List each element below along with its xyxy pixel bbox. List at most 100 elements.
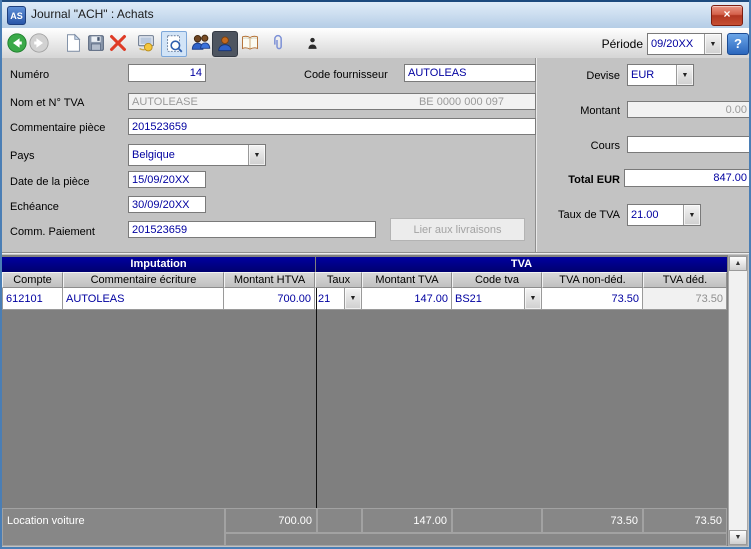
commentaire-piece-input[interactable]: 201523659 — [128, 118, 536, 135]
pays-label: Pays — [10, 150, 34, 162]
lier-livraisons-button: Lier aux livraisons — [390, 218, 525, 241]
total-montant-tva: 147.00 — [362, 508, 452, 533]
cell-montant-htva[interactable]: 700.00 — [224, 288, 315, 310]
close-button[interactable]: × — [711, 5, 743, 26]
comm-paiement-input[interactable]: 201523659 — [128, 221, 376, 238]
total-eur-input[interactable]: 847.00 — [624, 169, 751, 187]
forward-icon — [28, 32, 50, 54]
code-tva-value: BS21 — [452, 293, 524, 305]
comm-paiement-label: Comm. Paiement — [10, 226, 95, 238]
taux-tva-select[interactable]: 21.00 ▼ — [627, 204, 701, 226]
person-icon — [305, 35, 320, 52]
attachment-button[interactable] — [266, 31, 290, 55]
nom-value: AUTOLEASE — [132, 96, 198, 108]
title-bar: AS Journal "ACH" : Achats × — [0, 0, 751, 29]
paperclip-icon — [268, 32, 288, 54]
payment-button[interactable] — [134, 31, 158, 55]
delete-icon — [107, 32, 129, 54]
total-label-cell: Location voiture — [2, 508, 225, 546]
user-icon — [215, 34, 235, 54]
delete-button[interactable] — [106, 31, 130, 55]
total-montant-htva: 700.00 — [225, 508, 317, 533]
echeance-label: Echéance — [10, 201, 59, 213]
back-button[interactable] — [5, 31, 29, 55]
suppliers-button[interactable] — [188, 31, 212, 55]
echeance-input[interactable]: 30/09/20XX — [128, 196, 206, 213]
window-border-left — [0, 0, 2, 549]
col-header-code-tva[interactable]: Code tva — [452, 272, 542, 288]
col-header-taux[interactable]: Taux — [315, 272, 362, 288]
cell-tva-ded: 73.50 — [643, 288, 727, 310]
col-header-tva-non-ded[interactable]: TVA non-déd. — [542, 272, 643, 288]
nom-tva-input: AUTOLEASE BE 0000 000 097 — [128, 93, 536, 110]
ledger-button[interactable] — [238, 31, 262, 55]
code-fournisseur-input[interactable]: AUTOLEAS — [404, 64, 536, 82]
chevron-down-icon[interactable]: ▼ — [683, 205, 700, 225]
app-window: AS Journal "ACH" : Achats × Période 09/ — [0, 0, 751, 549]
person-button[interactable] — [300, 31, 324, 55]
scroll-down-button[interactable]: ▼ — [729, 530, 747, 545]
search-button[interactable] — [161, 31, 187, 57]
devise-select[interactable]: EUR ▼ — [627, 64, 694, 86]
chevron-down-icon[interactable]: ▼ — [676, 65, 693, 85]
chevron-down-icon[interactable]: ▼ — [524, 288, 541, 309]
date-piece-label: Date de la pièce — [10, 176, 90, 188]
col-header-montant-tva[interactable]: Montant TVA — [362, 272, 452, 288]
vertical-scrollbar[interactable]: ▲ ▼ — [728, 255, 748, 546]
col-header-tva-ded[interactable]: TVA déd. — [643, 272, 727, 288]
cell-commentaire[interactable]: AUTOLEAS — [63, 288, 224, 310]
back-icon — [6, 32, 28, 54]
montant-label: Montant — [542, 105, 620, 117]
period-select[interactable]: 09/20XX ▼ — [647, 33, 722, 55]
cell-compte[interactable]: 612101 — [2, 288, 63, 310]
col-header-commentaire[interactable]: Commentaire écriture — [63, 272, 224, 288]
period-label: Période — [560, 37, 643, 51]
total-eur-label: Total EUR — [542, 174, 620, 186]
total-tva-ded: 73.50 — [643, 508, 727, 533]
code-fournisseur-label: Code fournisseur — [304, 69, 388, 81]
pays-select[interactable]: Belgique ▼ — [128, 144, 266, 166]
entries-table: Imputation TVA Compte Commentaire écritu… — [2, 255, 728, 546]
numero-input[interactable]: 14 — [128, 64, 206, 82]
cell-taux-select[interactable]: 21 ▼ — [315, 288, 362, 310]
col-header-montant-htva[interactable]: Montant HTVA — [224, 272, 315, 288]
new-document-icon — [62, 32, 84, 54]
total-code-empty — [452, 508, 542, 533]
group-header-imputation: Imputation — [2, 257, 315, 272]
tva-number: BE 0000 000 097 — [419, 96, 532, 108]
save-icon — [85, 32, 107, 54]
horizontal-separator — [2, 252, 749, 253]
total-tva-non-ded: 73.50 — [542, 508, 643, 533]
vertical-separator — [535, 58, 536, 254]
montant-input: 0.00 — [627, 101, 751, 118]
cell-tva-non-ded[interactable]: 73.50 — [542, 288, 643, 310]
numero-label: Numéro — [10, 69, 49, 81]
cell-montant-tva[interactable]: 147.00 — [362, 288, 452, 310]
window-title: Journal "ACH" : Achats — [31, 7, 154, 21]
period-value: 09/20XX — [648, 38, 704, 50]
nom-tva-label: Nom et N° TVA — [10, 97, 84, 109]
chevron-down-icon[interactable]: ▼ — [344, 288, 361, 309]
chevron-down-icon[interactable]: ▼ — [248, 145, 265, 165]
help-button[interactable]: ? — [727, 33, 749, 55]
scroll-up-button[interactable]: ▲ — [729, 256, 747, 271]
commentaire-piece-label: Commentaire pièce — [10, 122, 105, 134]
pays-value: Belgique — [129, 149, 248, 161]
section-divider-line — [316, 288, 317, 508]
forward-button[interactable] — [27, 31, 51, 55]
new-button[interactable] — [61, 31, 85, 55]
save-button[interactable] — [84, 31, 108, 55]
cell-code-tva-select[interactable]: BS21 ▼ — [452, 288, 542, 310]
taux-value: 21 — [315, 293, 344, 305]
cours-label: Cours — [542, 140, 620, 152]
group-header-tva: TVA — [316, 257, 727, 272]
customer-button[interactable] — [212, 31, 238, 57]
chevron-down-icon[interactable]: ▼ — [704, 34, 721, 54]
date-piece-input[interactable]: 15/09/20XX — [128, 171, 206, 188]
total-taux-empty — [317, 508, 362, 533]
devise-value: EUR — [628, 69, 676, 81]
devise-label: Devise — [542, 70, 620, 82]
col-header-compte[interactable]: Compte — [2, 272, 63, 288]
cours-input[interactable] — [627, 136, 751, 153]
total-empty-strip — [225, 533, 727, 546]
